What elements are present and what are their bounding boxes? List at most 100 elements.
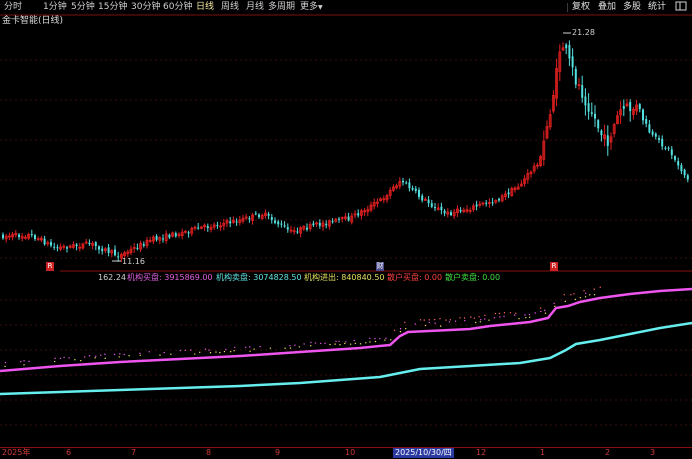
candle-down xyxy=(286,227,289,230)
signal-dot xyxy=(513,314,516,316)
legend-institution-buy: 机构买盘: 3915869.00 xyxy=(127,273,213,282)
signal-dot xyxy=(68,357,70,359)
signal-dot xyxy=(298,346,301,348)
candle-down xyxy=(216,225,219,227)
signal-dot xyxy=(335,340,337,343)
signal-dot xyxy=(463,317,466,319)
signal-dot xyxy=(393,329,396,332)
signal-dot xyxy=(289,344,291,347)
signal-dot xyxy=(20,360,22,363)
signal-dot xyxy=(589,294,591,296)
signal-dot xyxy=(113,353,116,356)
signal-dot xyxy=(419,319,422,321)
signal-dot xyxy=(83,356,86,358)
legend-retail-sell: 散户卖盘: 0.00 xyxy=(445,273,501,282)
candle-down xyxy=(318,222,321,226)
signal-dot xyxy=(104,357,106,360)
signal-dot xyxy=(28,360,30,363)
candle-down xyxy=(325,223,328,226)
signal-dot xyxy=(449,319,452,321)
signal-dot xyxy=(284,347,286,349)
candle-down xyxy=(661,138,664,147)
candle-down xyxy=(405,182,408,184)
signal-dot xyxy=(253,348,255,350)
signal-dot xyxy=(314,342,317,344)
signal-dot xyxy=(448,321,451,323)
signal-dot xyxy=(498,312,501,315)
signal-dot xyxy=(424,324,427,327)
signal-dot xyxy=(404,321,406,324)
candle-down xyxy=(667,147,670,149)
candle-down xyxy=(568,44,571,59)
signal-dot xyxy=(593,294,596,296)
low-price-label: 11.16 xyxy=(122,257,145,266)
signal-dot xyxy=(310,341,312,344)
signal-dot xyxy=(88,355,91,357)
signal-dot xyxy=(390,339,392,341)
candle-down xyxy=(670,149,673,156)
candle-down xyxy=(270,217,273,220)
candle-down xyxy=(459,210,462,212)
date-tick: 10 xyxy=(345,448,356,457)
candle-down xyxy=(565,44,568,49)
institution-sell-line xyxy=(0,321,692,396)
event-badge[interactable]: R xyxy=(550,262,558,271)
candle-down xyxy=(155,236,158,240)
signal-dot xyxy=(128,355,130,357)
candle-down xyxy=(101,248,104,252)
chart-canvas[interactable] xyxy=(0,0,692,458)
price-panel[interactable] xyxy=(2,32,689,262)
signal-dot xyxy=(439,317,441,320)
candle-down xyxy=(312,223,315,226)
candle-down xyxy=(267,213,270,216)
signal-dot xyxy=(139,352,141,355)
candle-down xyxy=(507,192,510,195)
signal-dot xyxy=(259,345,261,348)
signal-dot xyxy=(584,296,587,298)
candle-down xyxy=(642,109,644,121)
signal-dot xyxy=(543,309,546,312)
indicator-panel[interactable] xyxy=(0,286,692,396)
signal-dot xyxy=(528,313,531,316)
signal-dot xyxy=(365,342,367,344)
event-badge[interactable]: R xyxy=(46,262,54,271)
chart-window: 分时 1分钟 5分钟 15分钟 30分钟 60分钟 日线 周线 月线 多周期 更… xyxy=(0,0,692,459)
date-tick: 2025年 xyxy=(2,448,31,457)
candle-down xyxy=(107,247,110,253)
candle-down xyxy=(306,227,308,230)
signal-dot xyxy=(434,322,436,324)
signal-dot xyxy=(54,357,56,360)
signal-dot xyxy=(4,361,7,364)
signal-dot xyxy=(74,359,76,361)
legend-value: 162.24 xyxy=(98,273,126,282)
signal-dot xyxy=(584,292,587,295)
signal-dot xyxy=(534,312,536,314)
candle-down xyxy=(402,180,404,183)
candle-down xyxy=(296,231,299,233)
signal-dot xyxy=(474,321,477,324)
candle-down xyxy=(594,113,596,119)
candle-down xyxy=(75,244,78,247)
candle-down xyxy=(418,189,420,197)
signal-dot xyxy=(374,340,377,343)
signal-dot xyxy=(503,315,505,318)
candle-down xyxy=(117,256,120,258)
signal-dot xyxy=(194,353,196,355)
signal-dot xyxy=(494,312,497,315)
signal-dot xyxy=(434,318,436,321)
signal-dot xyxy=(459,317,461,319)
signal-dot xyxy=(184,349,186,352)
signal-dot xyxy=(289,347,292,349)
earnings-badge[interactable]: 财 xyxy=(376,262,384,271)
selected-date: 2025/10/30/四 xyxy=(393,448,454,458)
signal-dot xyxy=(428,321,430,323)
candle-down xyxy=(18,234,20,237)
signal-dot xyxy=(303,343,305,345)
signal-dot xyxy=(223,350,226,353)
signal-dot xyxy=(339,344,341,346)
candle-down xyxy=(338,218,340,220)
signal-dot xyxy=(163,351,165,354)
signal-dot xyxy=(544,312,547,314)
signal-dot xyxy=(294,344,296,346)
candle-down xyxy=(411,187,414,190)
